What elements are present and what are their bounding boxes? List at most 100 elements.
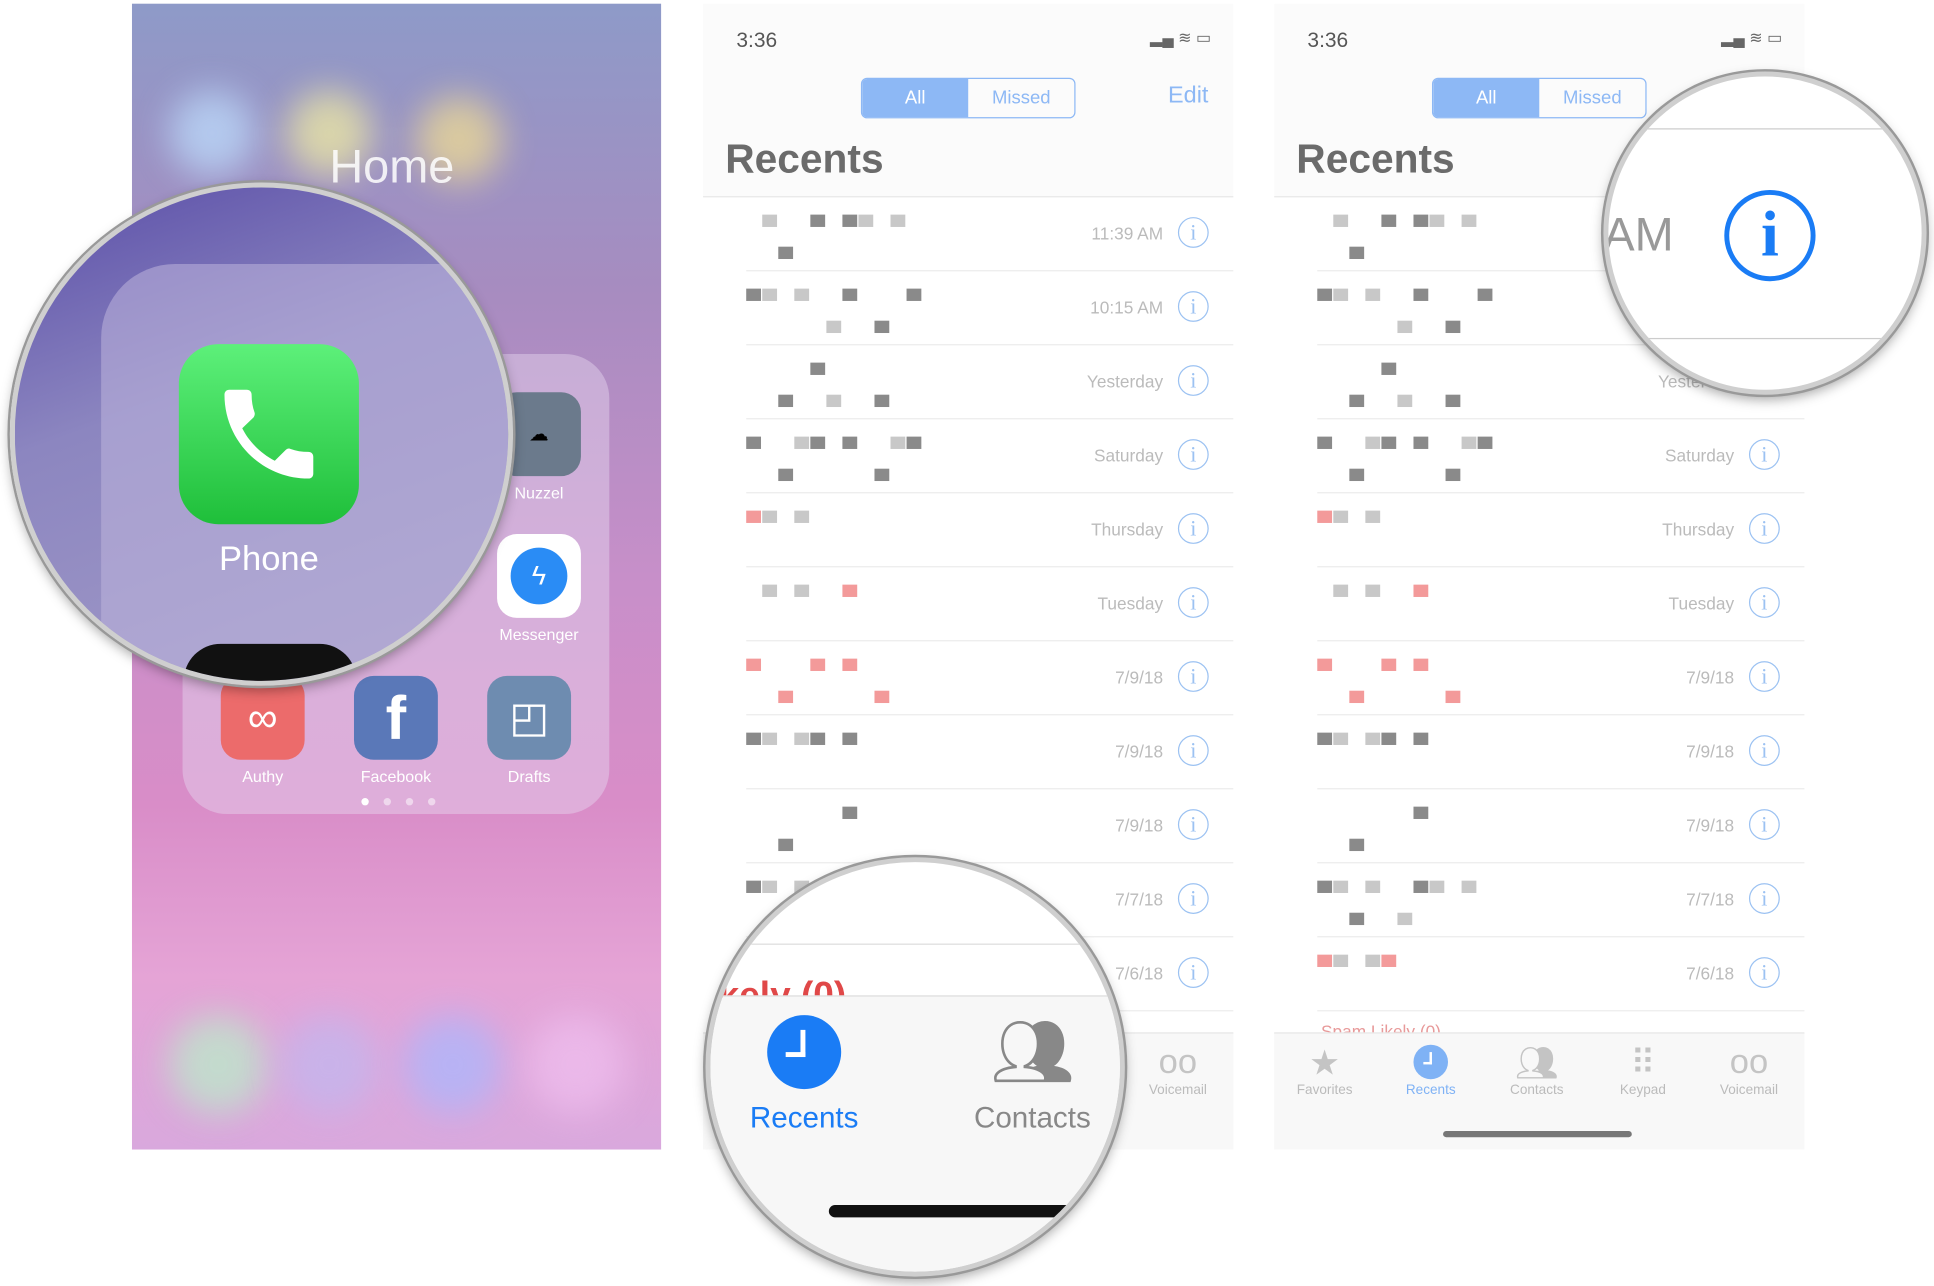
call-row[interactable]: 7/9/18 i [703, 715, 1234, 790]
tab-label: Contacts [1510, 1082, 1564, 1098]
tab-recents[interactable]: Recents [1381, 1041, 1480, 1098]
call-time: 7/7/18 [1686, 889, 1735, 910]
home-indicator [1443, 1131, 1632, 1138]
app-label: Authy [242, 767, 284, 786]
tab-contacts[interactable]: 👥︎Contacts [1487, 1041, 1586, 1098]
segment-all[interactable]: All [1433, 78, 1540, 118]
app-label: Drafts [507, 767, 551, 786]
call-row[interactable]: Thursday i [1274, 493, 1805, 568]
status-time: 3:36 [1307, 28, 1349, 52]
call-row[interactable]: 7/6/18 i [1274, 937, 1805, 1012]
info-icon[interactable]: i [1177, 365, 1209, 396]
info-icon[interactable]: i [1748, 883, 1780, 914]
info-magnifier: AM i [1603, 71, 1927, 395]
phone-magnifier: Phone [9, 182, 514, 686]
home-indicator [828, 1205, 1120, 1218]
call-row[interactable]: Thursday i [703, 493, 1234, 568]
page-dots[interactable] [361, 798, 436, 806]
info-icon[interactable]: i [1748, 513, 1780, 544]
page-title: Recents [1296, 135, 1455, 182]
call-time: Saturday [1093, 445, 1164, 465]
call-time: 7/9/18 [1686, 741, 1735, 762]
info-icon[interactable]: i [1177, 883, 1209, 914]
info-icon[interactable]: i [1748, 439, 1780, 470]
info-icon[interactable]: i [1748, 661, 1780, 692]
info-icon[interactable]: i [1748, 735, 1780, 766]
app-label: Facebook [360, 767, 432, 786]
info-icon[interactable]: i [1177, 957, 1209, 988]
call-time: 7/9/18 [1115, 815, 1164, 836]
call-time: 7/6/18 [1115, 963, 1164, 984]
facebook-app[interactable]: f [353, 675, 438, 760]
segmented-control: All Missed [860, 77, 1076, 119]
tab-label: Recents [1405, 1082, 1456, 1098]
call-time: 7/9/18 [1115, 741, 1164, 762]
contacts-tab-magnified[interactable]: 👥︎ Contacts [952, 1015, 1112, 1136]
edit-button[interactable]: Edit [1168, 83, 1208, 110]
authy-app[interactable]: ∞ [220, 675, 305, 760]
call-row[interactable]: 11:39 AM i [703, 197, 1234, 272]
tab-voicemail[interactable]: ᴏᴏ Voicemail [1129, 1041, 1228, 1098]
voicemail-icon: ᴏᴏ [1729, 1042, 1769, 1081]
info-icon[interactable]: i [1177, 291, 1209, 322]
call-row[interactable]: 7/7/18 i [1274, 863, 1805, 938]
drafts-app[interactable]: ◰ [487, 675, 572, 760]
info-icon[interactable]: i [1177, 809, 1209, 840]
star-icon: ★ [1309, 1042, 1341, 1082]
call-time: Thursday [1091, 519, 1164, 539]
call-time: Tuesday [1097, 593, 1164, 613]
call-time: Thursday [1662, 519, 1735, 539]
segment-missed[interactable]: Missed [1539, 79, 1645, 117]
call-row[interactable]: 7/9/18 i [1274, 715, 1805, 790]
call-time: 7/9/18 [1686, 815, 1735, 836]
call-time: Tuesday [1668, 593, 1735, 613]
phone-app-label: Phone [218, 538, 319, 578]
info-icon[interactable]: i [1177, 439, 1209, 470]
tab-voicemail[interactable]: ᴏᴏ Voicemail [1700, 1041, 1799, 1098]
info-icon[interactable]: i [1748, 809, 1780, 840]
call-row[interactable]: Saturday i [703, 419, 1234, 494]
call-row[interactable]: 7/9/18 i [703, 789, 1234, 864]
call-time: 7/6/18 [1686, 963, 1735, 984]
call-time: 7/9/18 [1115, 667, 1164, 688]
call-row[interactable]: 7/9/18 i [1274, 789, 1805, 864]
tab-label: Keypad [1619, 1082, 1666, 1098]
tab-label: Contacts [973, 1101, 1091, 1135]
info-icon[interactable]: i [1177, 217, 1209, 248]
call-time: 10:15 AM [1090, 297, 1164, 317]
messenger-app[interactable]: ϟ [497, 534, 581, 618]
info-icon[interactable]: i [1748, 587, 1780, 618]
call-time: Saturday [1665, 445, 1735, 465]
info-icon[interactable]: i [1177, 587, 1209, 618]
page-title: Recents [725, 135, 884, 182]
status-icons: ▂▄ ≋ ▭ [1150, 28, 1212, 47]
recents-tab-magnified[interactable]: Recents [735, 1015, 873, 1136]
tab-label: Voicemail [1719, 1082, 1778, 1098]
call-row[interactable]: Tuesday i [1274, 567, 1805, 642]
segment-missed[interactable]: Missed [968, 79, 1074, 117]
call-row[interactable]: 7/9/18 i [703, 641, 1234, 716]
call-row[interactable]: Yesterday i [703, 345, 1234, 420]
call-row[interactable]: Tuesday i [703, 567, 1234, 642]
info-icon-magnified[interactable]: i [1724, 189, 1816, 282]
call-row[interactable]: 7/9/18 i [1274, 641, 1805, 716]
keypad-icon: ⠿ [1630, 1042, 1656, 1082]
time-partial: AM [1603, 209, 1674, 262]
segment-all[interactable]: All [862, 78, 969, 118]
tab-favorites[interactable]: ★Favorites [1275, 1041, 1374, 1098]
status-time: 3:36 [736, 28, 778, 52]
phone-app[interactable] [178, 344, 359, 525]
info-icon[interactable]: i [1177, 735, 1209, 766]
info-icon[interactable]: i [1748, 957, 1780, 988]
messenger-icon: ϟ [510, 547, 568, 605]
call-row[interactable]: Saturday i [1274, 419, 1805, 494]
info-icon[interactable]: i [1177, 513, 1209, 544]
status-icons: ▂▄ ≋ ▭ [1721, 28, 1783, 47]
phone-icon [224, 389, 314, 479]
call-time: 7/7/18 [1115, 889, 1164, 910]
tab-keypad[interactable]: ⠿Keypad [1594, 1041, 1693, 1098]
clock-icon [767, 1015, 842, 1090]
tab-label: Voicemail [1148, 1082, 1207, 1098]
info-icon[interactable]: i [1177, 661, 1209, 692]
call-row[interactable]: 10:15 AM i [703, 271, 1234, 346]
